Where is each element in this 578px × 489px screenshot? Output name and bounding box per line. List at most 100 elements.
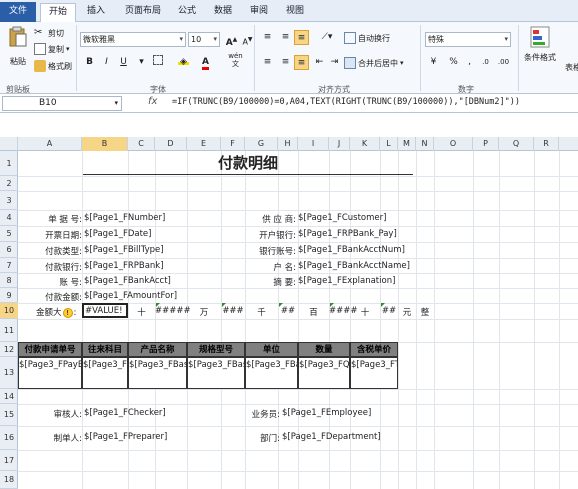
column-header[interactable]: O [434, 137, 473, 151]
name-box[interactable]: B10 ▾ [2, 96, 122, 111]
formula-input[interactable]: =IF(TRUNC(B9/100000)=0,A04,TEXT(RIGHT(TR… [172, 97, 520, 107]
worksheet-grid[interactable]: 付款明细 单 据 号: $[Page1_FNumber] 开票日期: $[Pag… [18, 151, 578, 489]
tab-file[interactable]: 文件 [0, 2, 36, 22]
column-header[interactable]: P [473, 137, 499, 151]
row-header[interactable]: 5 [0, 226, 18, 242]
row-header[interactable]: 17 [0, 450, 18, 471]
format-painter-button[interactable]: 格式刷 [34, 60, 72, 72]
merge-center-button[interactable]: 合并后居中 ▾ [344, 57, 404, 69]
select-all-corner[interactable] [0, 137, 18, 151]
column-header[interactable]: Q [499, 137, 534, 151]
currency-button[interactable]: ¥ [426, 55, 441, 70]
row-header[interactable]: 7 [0, 258, 18, 273]
column-header[interactable]: K [350, 137, 380, 151]
increase-indent-icon[interactable]: ⇥ [327, 55, 342, 70]
decrease-indent-icon[interactable]: ⇤ [312, 55, 327, 70]
align-left-icon[interactable]: ≡ [260, 55, 275, 70]
copy-button[interactable]: 复制 ▾ [34, 43, 70, 55]
row-header[interactable]: 4 [0, 210, 18, 226]
row-header[interactable]: 16 [0, 426, 18, 450]
row-header[interactable]: 18 [0, 471, 18, 489]
increase-decimal-button[interactable]: .0 [478, 55, 493, 70]
column-header[interactable]: E [187, 137, 221, 151]
row-header[interactable]: 11 [0, 319, 18, 342]
underline-button[interactable]: U [116, 55, 131, 70]
column-header[interactable]: N [416, 137, 434, 151]
row-header[interactable]: 2 [0, 176, 18, 191]
paste-button[interactable]: 粘贴 [6, 26, 30, 67]
column-header[interactable]: J [329, 137, 350, 151]
column-header[interactable]: H [278, 137, 298, 151]
amount-error-value: #VALUE! [85, 306, 123, 316]
error-indicator-icon[interactable]: ! [62, 308, 73, 318]
wrap-text-button[interactable]: 自动换行 [344, 32, 390, 44]
bold-button[interactable]: B [82, 55, 97, 70]
chevron-down-icon[interactable]: ▾ [134, 55, 149, 70]
phonetic-button[interactable]: wén 文 [228, 52, 243, 68]
table-format-button[interactable]: 表格 [565, 62, 578, 73]
percent-button[interactable]: % [446, 55, 461, 70]
decrease-decimal-button[interactable]: .00 [496, 55, 511, 70]
row-header[interactable]: 10 [0, 303, 18, 319]
tab-insert[interactable]: 插入 [80, 3, 112, 22]
shrink-font-button[interactable]: A▼ [240, 32, 255, 47]
column-header[interactable]: A [18, 137, 82, 151]
italic-button[interactable]: I [99, 55, 114, 70]
table-header: 单位 [245, 342, 298, 357]
column-header[interactable]: L [380, 137, 398, 151]
tab-home[interactable]: 开始 [40, 3, 76, 22]
brush-icon [34, 60, 46, 72]
font-size-select[interactable]: 10 ▾ [188, 32, 220, 47]
row-header[interactable]: 15 [0, 404, 18, 426]
align-middle-icon[interactable]: ≡ [278, 30, 293, 45]
fill-color-button[interactable]: ◈ [176, 55, 191, 70]
row-header[interactable]: 8 [0, 273, 18, 288]
percent-icon: % [449, 57, 458, 67]
border-button[interactable] [150, 55, 165, 70]
row-header[interactable]: 1 [0, 151, 18, 176]
column-header[interactable]: D [155, 137, 187, 151]
function-icon[interactable]: fx [148, 96, 157, 107]
row-header[interactable]: 14 [0, 389, 18, 404]
row-header[interactable]: 3 [0, 191, 18, 210]
orientation-icon[interactable]: ⟋▾ [316, 30, 338, 45]
tab-view[interactable]: 视图 [280, 3, 310, 22]
tab-data[interactable]: 数据 [208, 3, 238, 22]
column-header[interactable]: R [534, 137, 559, 151]
align-right-icon[interactable]: ≡ [294, 55, 309, 70]
conditional-format-button[interactable]: 条件格式 [524, 26, 556, 63]
grow-font-button[interactable]: A▲ [224, 32, 239, 48]
ribbon-tab-bar: 文件 开始 插入 页面布局 公式 数据 审阅 视图 [0, 0, 578, 22]
table-header: 数量 [298, 342, 350, 357]
row-header[interactable]: 6 [0, 242, 18, 258]
align-bottom-icon[interactable]: ≡ [294, 30, 309, 45]
row-header[interactable]: 12 [0, 342, 18, 357]
column-header[interactable]: I [298, 137, 329, 151]
cut-button[interactable]: ✂ 剪切 [34, 27, 64, 39]
chevron-down-icon: ▾ [114, 99, 118, 107]
column-header[interactable]: F [221, 137, 245, 151]
table-cell: $[Page3_FBaseProperty1] [187, 357, 245, 389]
column-header[interactable]: C [128, 137, 155, 151]
row-header[interactable]: 13 [0, 357, 18, 389]
format-painter-label: 格式刷 [48, 61, 72, 71]
align-center-icon[interactable]: ≡ [278, 55, 293, 70]
maker-value: $[Page1_FPreparer] [84, 432, 168, 442]
column-header[interactable]: G [245, 137, 278, 151]
comma-button[interactable]: , [462, 55, 477, 70]
table-cell: $[Page3_FPayBillNo] [18, 357, 82, 389]
column-header[interactable]: M [398, 137, 416, 151]
number-format-select[interactable]: 特殊 ▾ [425, 32, 511, 47]
font-name-select[interactable]: 微软雅黑 ▾ [80, 32, 186, 47]
font-color-button[interactable]: A [198, 55, 213, 70]
tab-formulas[interactable]: 公式 [172, 3, 202, 22]
column-header[interactable]: B [82, 137, 128, 151]
row-header[interactable]: 9 [0, 288, 18, 303]
align-top-icon[interactable]: ≡ [260, 30, 275, 45]
tab-review[interactable]: 审阅 [244, 3, 274, 22]
reviewer-value: $[Page1_FChecker] [84, 408, 166, 418]
amount-digit: ##### [155, 306, 191, 316]
payment-type-value: $[Page1_FBillType] [84, 245, 164, 255]
table-header: 含税单价 [350, 342, 398, 357]
tab-page-layout[interactable]: 页面布局 [118, 3, 168, 22]
